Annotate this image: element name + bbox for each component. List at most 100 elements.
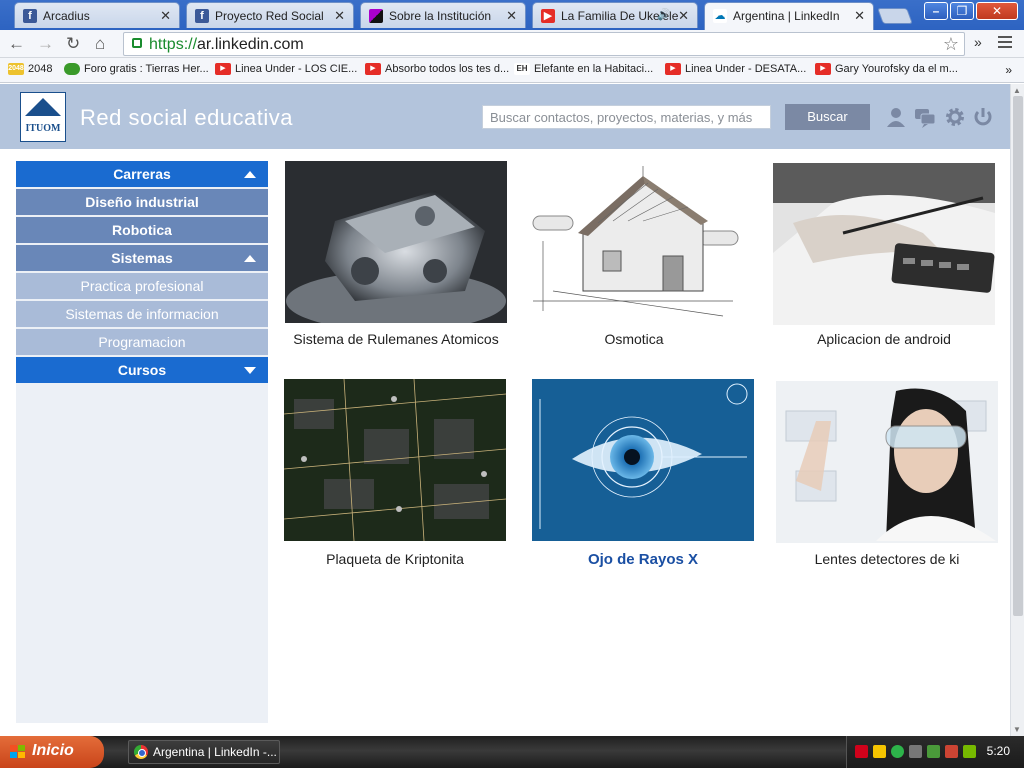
forward-arrow-icon[interactable]: → xyxy=(37,34,54,54)
bookmark-foro-gratis[interactable]: Foro gratis : Tierras Her... xyxy=(64,63,209,75)
whatsapp-icon[interactable] xyxy=(891,745,904,758)
extensions-overflow-chevron[interactable]: » xyxy=(974,34,982,50)
project-title[interactable]: Aplicacion de android xyxy=(763,331,1005,347)
sidebar-item-sistemas-de-informacion[interactable]: Sistemas de informacion xyxy=(16,301,268,327)
maximize-button[interactable]: ❐ xyxy=(950,2,974,20)
browser-window: f Arcadius ✕ f Proyecto Red Social ✕ Sob… xyxy=(0,0,1024,768)
nvidia-icon[interactable] xyxy=(963,745,976,758)
project-title[interactable]: Plaqueta de Kriptonita xyxy=(274,551,516,567)
tab-strip: f Arcadius ✕ f Proyecto Red Social ✕ Sob… xyxy=(0,0,1024,30)
collapse-arrow-icon[interactable] xyxy=(244,171,256,178)
sidebar-item-carreras[interactable]: Carreras xyxy=(16,161,268,187)
tab-arcadius[interactable]: f Arcadius ✕ xyxy=(14,2,180,28)
engine-image[interactable] xyxy=(285,161,507,323)
scroll-thumb[interactable] xyxy=(1013,96,1023,616)
tab-proyecto-red-social[interactable]: f Proyecto Red Social ✕ xyxy=(186,2,354,28)
bookmark-2048[interactable]: 2048 2048 xyxy=(8,63,52,75)
messages-icon[interactable] xyxy=(914,106,936,128)
bookmark-elefante[interactable]: EH Elefante en la Habitaci... xyxy=(514,63,653,75)
windows-logo-icon xyxy=(10,745,26,759)
bookmark-label: Linea Under - DESATA... xyxy=(685,63,807,75)
bookmarks-overflow-chevron[interactable]: » xyxy=(1005,63,1012,77)
bookmarks-bar: 2048 2048 Foro gratis : Tierras Her... ▶… xyxy=(0,58,1024,83)
tab-argentina-linkedin[interactable]: ☁ Argentina | LinkedIn ✕ xyxy=(704,2,874,30)
url-host: ar.linkedin.com xyxy=(197,36,304,53)
sidebar-item-diseno-industrial[interactable]: Diseño industrial xyxy=(16,189,268,215)
logo-text: ITUOM xyxy=(25,123,61,134)
sidebar: Carreras Diseño industrial Robotica Sist… xyxy=(16,161,268,723)
menu-icon[interactable] xyxy=(998,36,1012,51)
bookmark-label: Foro gratis : Tierras Her... xyxy=(84,63,209,75)
window-controls: – ❐ ✕ xyxy=(924,2,1018,20)
page-content: ITUOM Red social educativa Buscar Carrer… xyxy=(0,84,1010,736)
close-icon[interactable]: ✕ xyxy=(506,8,517,24)
close-icon[interactable]: ✕ xyxy=(678,8,689,24)
logo-emblem xyxy=(25,98,61,116)
start-label: Inicio xyxy=(32,742,74,759)
bookmark-gary-yourofsky[interactable]: ▶ Gary Yourofsky da el m... xyxy=(815,63,958,75)
user-icon[interactable] xyxy=(885,106,907,128)
sidebar-item-programacion[interactable]: Programacion xyxy=(16,329,268,355)
youtube-icon: ▶ xyxy=(215,63,231,75)
speaker-icon[interactable] xyxy=(945,745,958,758)
sidebar-item-sistemas[interactable]: Sistemas xyxy=(16,245,268,271)
bookmark-linea-under-2[interactable]: ▶ Linea Under - DESATA... xyxy=(665,63,806,75)
project-title[interactable]: Sistema de Rulemanes Atomicos xyxy=(275,331,517,347)
download-icon[interactable] xyxy=(927,745,940,758)
search-button[interactable]: Buscar xyxy=(785,104,870,130)
sidebar-item-label: Sistemas xyxy=(111,250,173,266)
sidebar-item-practica-profesional[interactable]: Practica profesional xyxy=(16,273,268,299)
taskbar-window-chrome[interactable]: Argentina | LinkedIn -... xyxy=(128,740,280,764)
circuit-board-image[interactable] xyxy=(284,379,506,541)
new-tab-button[interactable] xyxy=(877,8,913,24)
close-icon[interactable]: ✕ xyxy=(854,8,865,24)
woman-goggles-image[interactable] xyxy=(776,381,998,543)
sidebar-item-cursos[interactable]: Cursos xyxy=(16,357,268,383)
bookmark-star-icon[interactable]: ☆ xyxy=(943,34,959,55)
gear-icon[interactable] xyxy=(944,106,966,128)
page-scrollbar[interactable]: ▲ ▼ xyxy=(1010,84,1024,736)
youtube-icon: ▶ xyxy=(815,63,831,75)
bookmark-label: 2048 xyxy=(28,63,53,75)
address-bar[interactable]: https://ar.linkedin.com ☆ xyxy=(123,32,965,56)
network-icon[interactable] xyxy=(909,745,922,758)
home-icon[interactable]: ⌂ xyxy=(95,34,105,54)
sidebar-item-label: Programacion xyxy=(98,334,186,350)
collapse-arrow-icon[interactable] xyxy=(244,255,256,262)
site-icon xyxy=(369,9,383,23)
eye-scan-image[interactable] xyxy=(532,379,754,541)
project-title[interactable]: Osmotica xyxy=(513,331,755,347)
house-blueprint-image[interactable] xyxy=(523,161,745,323)
project-title[interactable]: Ojo de Rayos X xyxy=(522,551,764,568)
scroll-up-arrow-icon[interactable]: ▲ xyxy=(1013,86,1021,95)
close-icon[interactable]: ✕ xyxy=(160,8,171,24)
project-title[interactable]: Lentes detectores de ki xyxy=(766,551,1008,567)
ituom-logo[interactable]: ITUOM xyxy=(20,92,66,142)
close-icon[interactable]: ✕ xyxy=(334,8,345,24)
tab-la-familia-de-ukelele[interactable]: ▶ La Familia De Ukelele 🔊 ✕ xyxy=(532,2,698,28)
clock[interactable]: 5:20 xyxy=(987,744,1010,758)
bookmark-absorbo[interactable]: ▶ Absorbo todos los tes d... xyxy=(365,63,509,75)
bookmark-linea-under-1[interactable]: ▶ Linea Under - LOS CIE... xyxy=(215,63,357,75)
tab-sobre-la-institucion[interactable]: Sobre la Institución ✕ xyxy=(360,2,526,28)
system-tray: 5:20 xyxy=(846,736,1024,768)
calculator-hand-image[interactable] xyxy=(773,163,995,325)
sidebar-item-robotica[interactable]: Robotica xyxy=(16,217,268,243)
sidebar-item-label: Sistemas de informacion xyxy=(65,306,219,322)
start-button[interactable]: Inicio xyxy=(0,736,104,768)
minimize-button[interactable]: – xyxy=(924,2,948,20)
address-url[interactable]: https://ar.linkedin.com xyxy=(149,36,304,54)
expand-arrow-icon[interactable] xyxy=(244,367,256,374)
lock-icon xyxy=(132,38,142,48)
shield-icon[interactable] xyxy=(873,745,886,758)
search-input[interactable] xyxy=(482,105,771,129)
scroll-down-arrow-icon[interactable]: ▼ xyxy=(1013,725,1021,734)
site-header: ITUOM Red social educativa Buscar xyxy=(0,84,1010,149)
reload-icon[interactable]: ↻ xyxy=(66,34,80,54)
bookmark-label: Absorbo todos los tes d... xyxy=(385,63,510,75)
close-window-button[interactable]: ✕ xyxy=(976,2,1018,20)
linkedin-icon: ☁ xyxy=(713,9,727,23)
back-arrow-icon[interactable]: ← xyxy=(8,34,25,54)
power-icon[interactable] xyxy=(972,106,994,128)
acrobat-icon[interactable] xyxy=(855,745,868,758)
